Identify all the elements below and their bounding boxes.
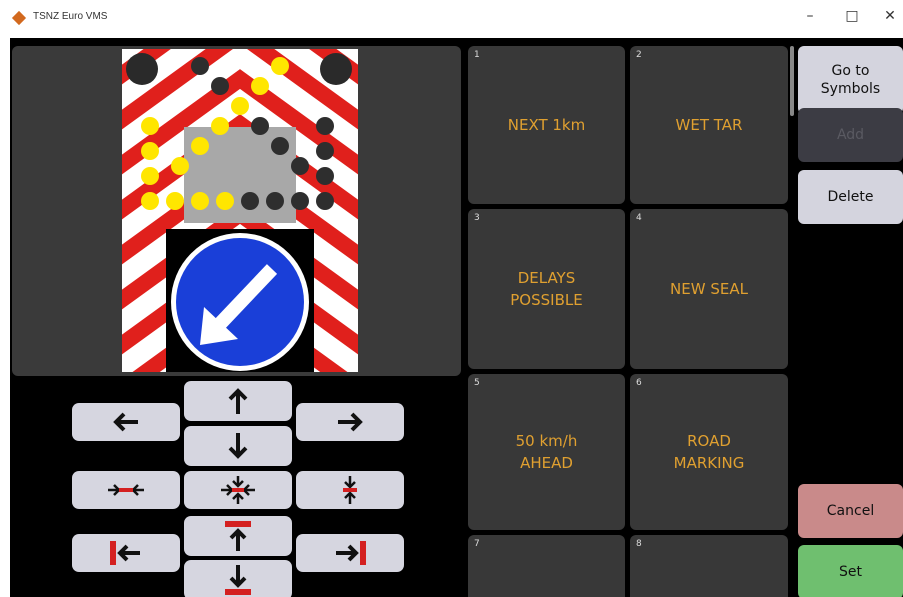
sign-preview [12,46,461,376]
move-up-button[interactable] [184,381,292,421]
tile-text-line: POSSIBLE [510,291,583,309]
vms-sign-image [122,49,358,372]
tile-number: 8 [636,539,642,549]
shrink-vertical-button[interactable] [296,471,404,509]
move-left-button[interactable] [72,403,180,441]
message-tile-6[interactable]: 6 ROAD MARKING [630,374,788,530]
tile-number: 7 [474,539,480,549]
shrink-all-button[interactable] [184,471,292,509]
move-right-button[interactable] [296,403,404,441]
app-icon [11,10,27,26]
tile-text-line: NEW SEAL [670,280,748,298]
tile-text-line: DELAYS [517,269,576,287]
message-tile-2[interactable]: 2 WET TAR [630,46,788,204]
tile-text-line: MARKING [673,454,745,472]
message-tile-7[interactable]: 7 [468,535,625,597]
arrow-left-icon [111,410,141,434]
tile-text-line: WET TAR [675,116,743,134]
align-left-icon [109,539,143,567]
tile-text-line: NEXT 1km [507,116,586,134]
tile-text-line: ROAD [687,432,731,450]
set-button[interactable]: Set [798,545,903,597]
add-button[interactable]: Add [798,108,903,162]
shrink-all-icon [218,475,258,505]
window-title: TSNZ Euro VMS [33,11,108,22]
tile-text-line: AHEAD [520,454,573,472]
delete-button[interactable]: Delete [798,170,903,224]
arrow-up-icon [226,386,250,416]
message-tile-8[interactable]: 8 [630,535,788,597]
tiles-scrollbar[interactable] [790,46,794,116]
arrow-right-icon [335,410,365,434]
minimize-button[interactable]: – [800,8,820,24]
message-tile-1[interactable]: 1 NEXT 1km [468,46,625,204]
align-bottom-icon [223,564,253,596]
align-top-button[interactable] [184,516,292,556]
move-down-button[interactable] [184,426,292,466]
message-tile-3[interactable]: 3 DELAYS POSSIBLE [468,209,625,369]
align-top-icon [223,520,253,552]
shrink-horizontal-button[interactable] [72,471,180,509]
align-bottom-button[interactable] [184,560,292,597]
main-area: 1 NEXT 1km 2 WET TAR 3 DELAYS POSSIBLE 4 … [10,38,903,597]
align-right-button[interactable] [296,534,404,572]
tile-text-line: 50 km/h [515,432,578,450]
go-to-symbols-button[interactable]: Go to Symbols [798,46,903,114]
align-left-button[interactable] [72,534,180,572]
message-tile-4[interactable]: 4 NEW SEAL [630,209,788,369]
cancel-button[interactable]: Cancel [798,484,903,538]
maximize-button[interactable]: □ [842,8,862,24]
close-button[interactable]: ✕ [880,8,900,24]
title-bar: TSNZ Euro VMS – □ ✕ [0,0,903,38]
shrink-horizontal-icon [106,480,146,500]
arrow-down-icon [226,431,250,461]
shrink-vertical-icon [340,475,360,505]
align-right-icon [333,539,367,567]
message-tile-5[interactable]: 5 50 km/h AHEAD [468,374,625,530]
